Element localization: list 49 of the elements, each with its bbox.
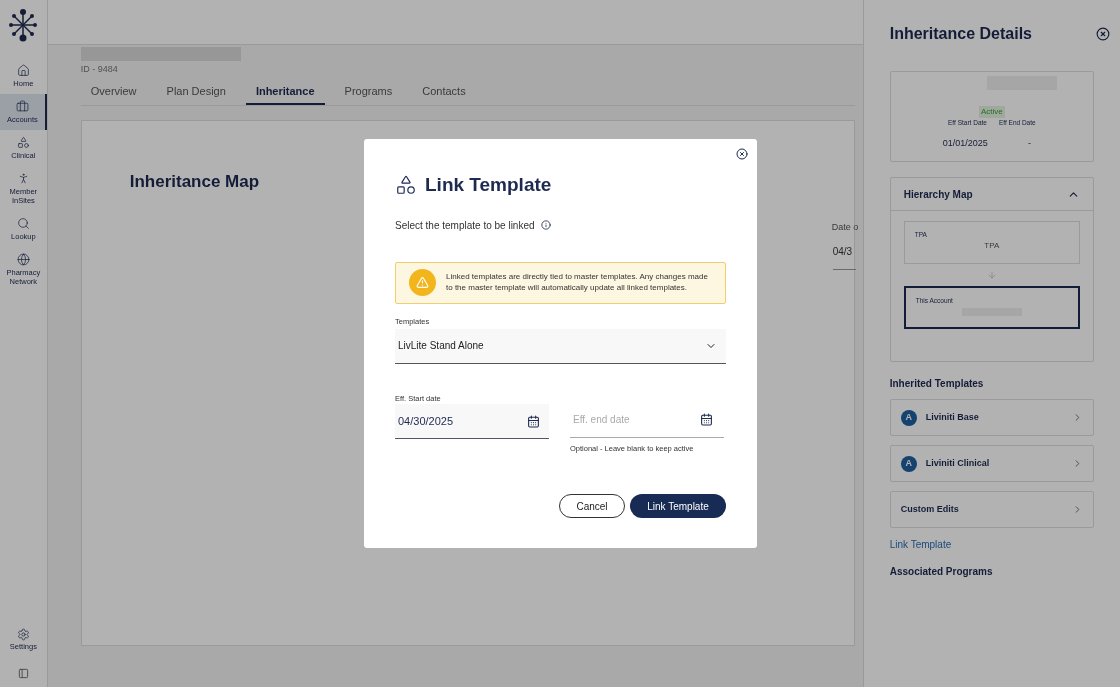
dialog-title: Link Template	[425, 173, 552, 197]
tab[interactable]: Plan Design	[156, 82, 236, 105]
tab[interactable]: Inheritance	[245, 82, 325, 105]
arrow-down-icon	[986, 270, 997, 280]
template-item[interactable]: Custom Edits	[889, 491, 1094, 528]
shapes-icon	[395, 174, 417, 197]
section-heading: Inherited Templates	[889, 377, 985, 391]
node-value: TPA	[983, 239, 1001, 252]
warning-text: Linked templates are directly tied to master templates. Any changes made to the master template will automatically update all linked templates.	[446, 272, 709, 293]
template-badge: A	[900, 455, 917, 472]
warning-icon	[409, 269, 436, 296]
briefcase-icon	[15, 100, 29, 113]
tab[interactable]: Programs	[334, 82, 403, 105]
info-icon[interactable]	[540, 220, 551, 230]
template-name: Liviniti Base	[925, 410, 979, 424]
tab[interactable]: Contacts	[412, 82, 476, 105]
settings-icon	[16, 627, 30, 641]
globe-icon	[16, 253, 30, 266]
panel-title: Inheritance Details	[889, 24, 1032, 44]
tab[interactable]: Overview	[80, 82, 147, 105]
dialog-subtitle: Select the template to be linked	[395, 218, 535, 233]
link-template-link[interactable]: Link Template	[889, 537, 1094, 552]
home-icon	[16, 64, 30, 77]
status-badge: Active	[978, 106, 1005, 118]
map-title: Inheritance Map	[129, 171, 260, 193]
link-template-button[interactable]: Link Template	[630, 494, 726, 518]
hierarchy-header[interactable]: Hierarchy Map	[890, 178, 1093, 211]
calendar-icon	[700, 413, 713, 427]
template-name: Liviniti Clinical	[925, 456, 990, 470]
templates-select[interactable]: LivLite Stand Alone	[395, 328, 726, 364]
column-label: Date o	[831, 221, 859, 234]
start-date: 01/01/2025	[942, 136, 988, 150]
template-name: Custom Edits	[900, 502, 959, 516]
calendar-icon	[527, 414, 540, 428]
logo-icon	[8, 8, 39, 42]
section-heading: Associated Programs	[889, 565, 994, 579]
template-item[interactable]: A Liviniti Clinical	[889, 445, 1094, 482]
template-item[interactable]: A Liviniti Base	[889, 399, 1094, 436]
start-date-field[interactable]: 04/30/2025	[395, 404, 549, 439]
chevron-right-icon	[1072, 504, 1083, 515]
shapes-icon	[16, 136, 30, 149]
end-date: -	[1027, 136, 1031, 150]
close-icon[interactable]	[736, 148, 748, 160]
column-value: 04/3	[832, 244, 856, 270]
account-id: ID - 9484	[80, 63, 119, 76]
close-icon[interactable]	[1096, 27, 1110, 41]
template-badge: A	[900, 409, 917, 426]
sidebar-toggle-icon[interactable]	[17, 668, 29, 679]
search-icon	[16, 217, 30, 230]
